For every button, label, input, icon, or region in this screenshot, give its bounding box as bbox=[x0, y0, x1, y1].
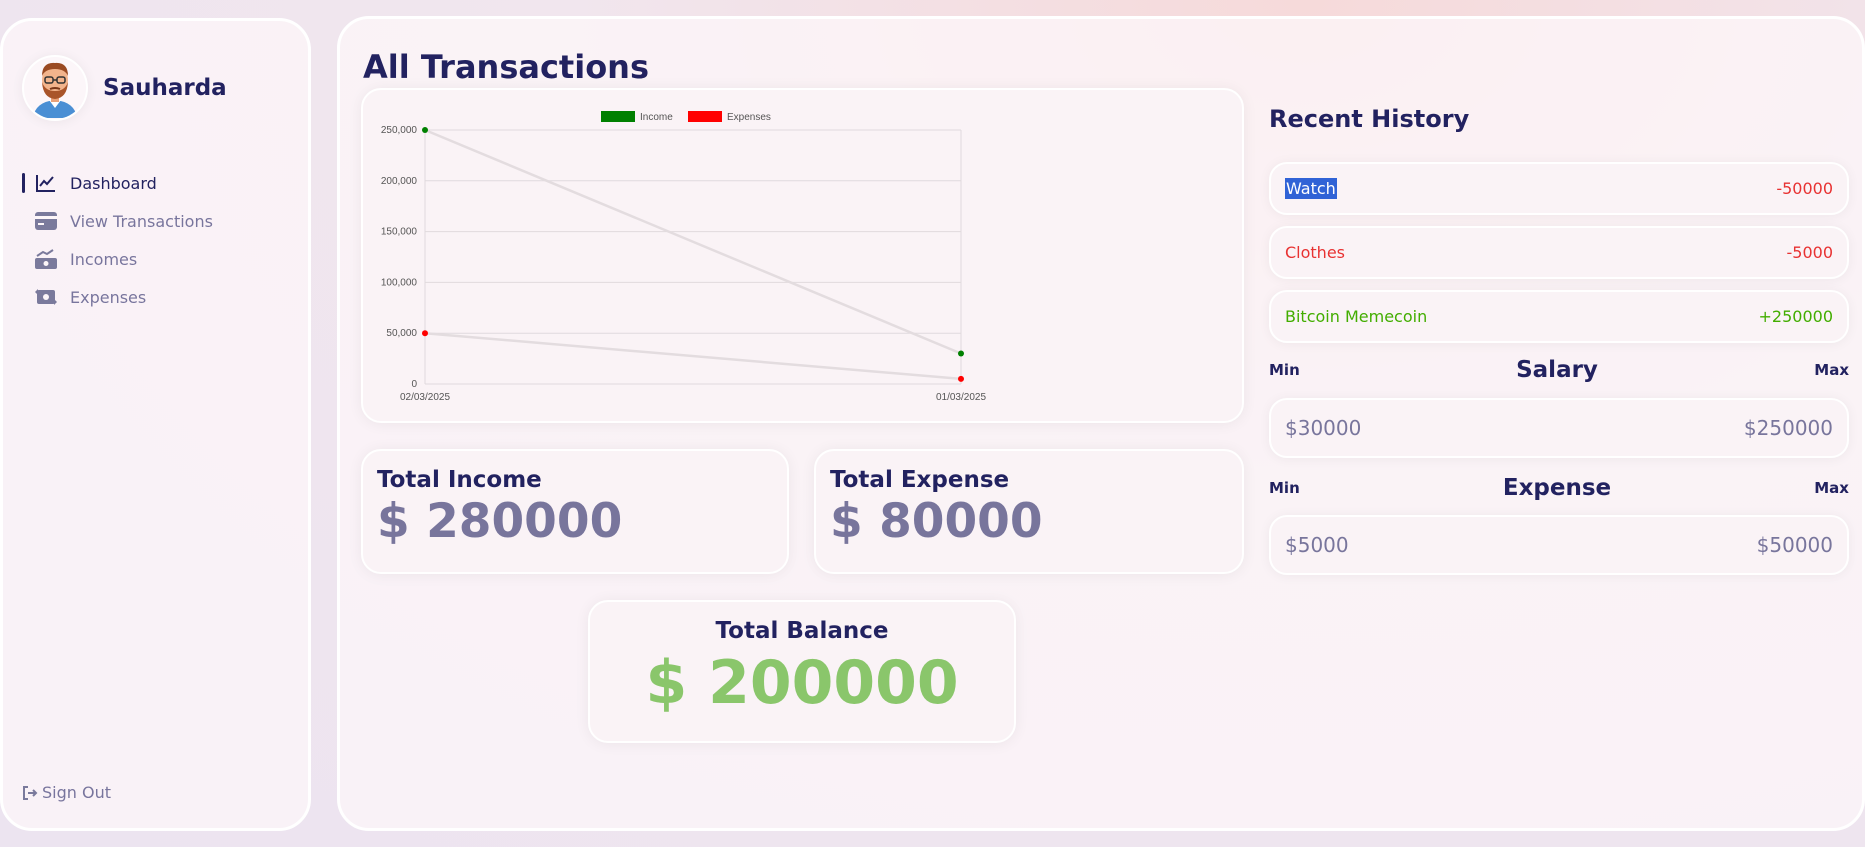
salary-max-label: Max bbox=[1814, 361, 1849, 379]
data-point-income bbox=[422, 127, 428, 133]
expense-range-header: Min Expense Max bbox=[1269, 475, 1849, 501]
page-title: All Transactions bbox=[363, 48, 649, 86]
total-expense-title: Total Expense bbox=[830, 467, 1010, 493]
expense-min-label: Min bbox=[1269, 479, 1300, 497]
money-bill-trend-up-icon bbox=[35, 248, 57, 270]
money-bill-transfer-icon bbox=[35, 286, 57, 308]
history-item-name: Bitcoin Memecoin bbox=[1285, 307, 1428, 326]
total-balance-title: Total Balance bbox=[715, 618, 889, 644]
expense-min-value: $5000 bbox=[1285, 533, 1349, 557]
history-item: Watch -50000 bbox=[1269, 162, 1849, 215]
expense-range-box: $5000 $50000 bbox=[1269, 515, 1849, 575]
history-item: Bitcoin Memecoin +250000 bbox=[1269, 290, 1849, 343]
total-balance-card: Total Balance $ 200000 bbox=[588, 600, 1016, 743]
sign-out-label: Sign Out bbox=[42, 783, 111, 802]
main-content: All Transactions 250,000 200,000 150,000 10… bbox=[337, 16, 1865, 831]
total-income-value: $ 280000 bbox=[377, 494, 623, 549]
legend-label-expenses: Expenses bbox=[727, 112, 771, 123]
credit-card-icon bbox=[35, 210, 57, 232]
series-line-expenses bbox=[424, 331, 962, 381]
sidebar-item-incomes[interactable]: Incomes bbox=[22, 240, 292, 278]
x-tick-label: 02/03/2025 bbox=[400, 392, 450, 403]
series-line-income bbox=[424, 128, 962, 355]
transactions-chart-card: 250,000 200,000 150,000 100,000 50,000 0 02/03… bbox=[361, 88, 1244, 423]
legend-swatch-expenses bbox=[688, 111, 722, 122]
sign-out-button[interactable]: Sign Out bbox=[22, 783, 111, 802]
y-tick-label: 150,000 bbox=[381, 227, 418, 238]
total-expense-card: Total Expense $ 80000 bbox=[814, 449, 1244, 574]
history-item-name: Watch bbox=[1285, 178, 1337, 199]
history-item: Clothes -5000 bbox=[1269, 226, 1849, 279]
y-tick-label: 250,000 bbox=[381, 125, 418, 136]
salary-min-label: Min bbox=[1269, 361, 1300, 379]
salary-title: Salary bbox=[1516, 357, 1598, 383]
transactions-chart: 250,000 200,000 150,000 100,000 50,000 0 02/03… bbox=[381, 111, 986, 403]
sidebar-item-expenses[interactable]: Expenses bbox=[22, 278, 292, 316]
expense-max-label: Max bbox=[1814, 479, 1849, 497]
data-point-income bbox=[958, 350, 964, 357]
expense-max-value: $50000 bbox=[1756, 533, 1833, 557]
total-expense-value: $ 80000 bbox=[830, 494, 1043, 549]
y-tick-label: 100,000 bbox=[381, 277, 418, 288]
data-point-expenses bbox=[958, 375, 964, 382]
sidebar-item-label: Dashboard bbox=[70, 173, 157, 193]
expense-title: Expense bbox=[1502, 475, 1612, 501]
total-balance-value: $ 200000 bbox=[645, 648, 959, 718]
avatar bbox=[22, 55, 88, 121]
profile-name: Sauharda bbox=[103, 75, 227, 101]
salary-range-header: Min Salary Max bbox=[1269, 357, 1849, 383]
y-tick-label: 200,000 bbox=[381, 176, 418, 187]
sign-out-icon bbox=[23, 785, 38, 800]
sidebar-item-label: Expenses bbox=[70, 287, 147, 307]
total-income-title: Total Income bbox=[377, 467, 542, 493]
salary-range-box: $30000 $250000 bbox=[1269, 398, 1849, 458]
chart-line-icon bbox=[35, 172, 57, 194]
sidebar: Sauharda Dashboard View Transactions Inc… bbox=[0, 18, 311, 831]
x-tick-label: 01/03/2025 bbox=[936, 392, 986, 403]
total-income-card: Total Income $ 280000 bbox=[361, 449, 789, 574]
user-profile: Sauharda bbox=[22, 55, 227, 121]
sidebar-item-label: View Transactions bbox=[70, 211, 213, 231]
history-item-amount: +250000 bbox=[1758, 307, 1833, 326]
sidebar-item-view-transactions[interactable]: View Transactions bbox=[22, 202, 292, 240]
recent-history-title: Recent History bbox=[1269, 105, 1470, 133]
salary-max-value: $250000 bbox=[1743, 416, 1833, 440]
history-item-name: Clothes bbox=[1285, 243, 1345, 262]
sidebar-menu: Dashboard View Transactions Incomes Expe… bbox=[22, 164, 292, 316]
legend-label-income: Income bbox=[640, 112, 673, 123]
y-tick-label: 0 bbox=[411, 379, 417, 390]
sidebar-item-dashboard[interactable]: Dashboard bbox=[22, 164, 292, 202]
y-tick-label: 50,000 bbox=[386, 328, 417, 339]
sidebar-item-label: Incomes bbox=[70, 249, 138, 269]
data-point-expenses bbox=[422, 330, 428, 337]
salary-min-value: $30000 bbox=[1285, 416, 1362, 440]
legend-swatch-income bbox=[601, 111, 635, 122]
history-item-amount: -5000 bbox=[1786, 243, 1834, 262]
history-item-amount: -50000 bbox=[1776, 179, 1833, 198]
